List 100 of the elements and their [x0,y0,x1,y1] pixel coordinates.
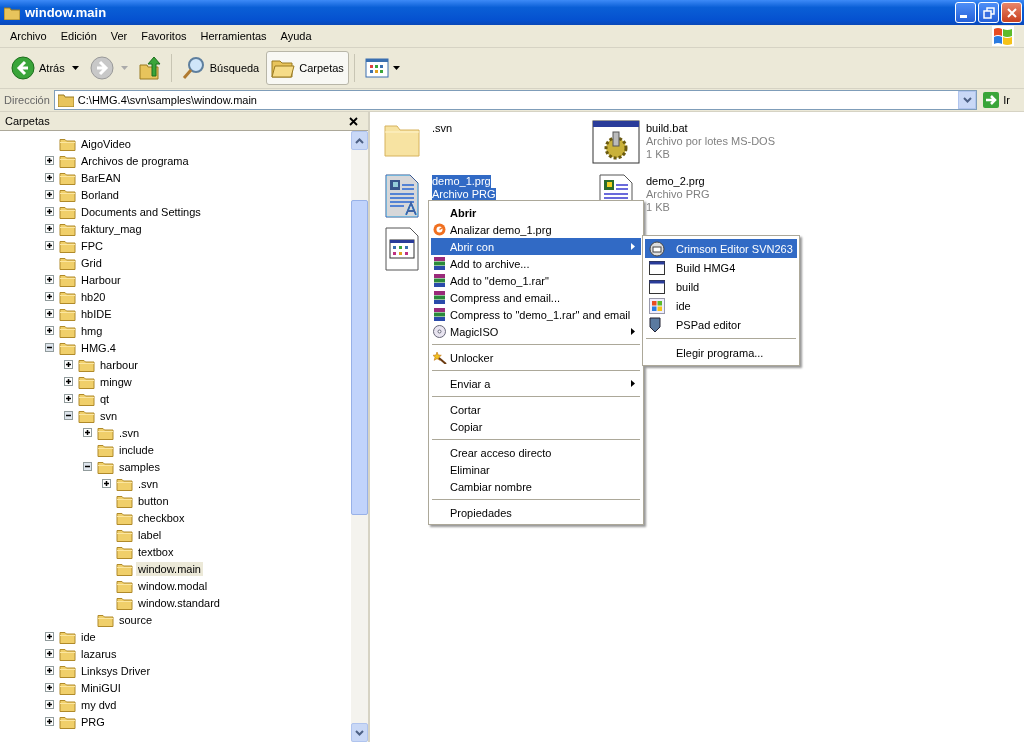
menu-item[interactable]: Abrir [431,204,641,221]
menu-item[interactable]: Compress and email... [431,289,641,306]
file-name[interactable]: build.bat [646,122,688,135]
tree-item[interactable]: include [117,442,156,457]
tree-item[interactable]: lazarus [79,646,119,661]
menu-item[interactable]: Archivo [3,30,54,42]
expand-icon[interactable] [45,649,54,658]
tree-item[interactable]: source [117,612,155,627]
menu-item[interactable]: Enviar a [431,375,641,392]
file-name[interactable]: .svn [432,122,453,135]
tree-item[interactable]: my dvd [79,697,119,712]
tree-item[interactable]: window.standard [136,595,222,610]
menu-item[interactable]: Propiedades [431,504,641,521]
tree-item[interactable]: button [136,493,171,508]
tree-item[interactable]: .svn [136,476,161,491]
collapse-icon[interactable] [64,411,73,420]
expand-icon[interactable] [45,292,54,301]
caret-icon[interactable] [71,66,79,70]
menu-item[interactable]: build [645,277,797,296]
expand-icon[interactable] [64,394,73,403]
menu-item[interactable]: Unlocker [431,349,641,366]
expand-icon[interactable] [45,207,54,216]
menu-item[interactable]: Build HMG4 [645,258,797,277]
close-icon[interactable] [349,116,358,126]
menu-item[interactable]: Ayuda [273,30,319,42]
menu-item[interactable]: PSPad editor [645,315,797,334]
tree-item[interactable]: hb20 [79,289,108,304]
tree-item[interactable]: qt [98,391,112,406]
tree-item[interactable]: MiniGUI [79,680,123,695]
gear-window-icon[interactable] [592,120,640,164]
expand-icon[interactable] [45,241,54,250]
tree-item[interactable]: faktury_mag [79,221,144,236]
expand-icon[interactable] [45,683,54,692]
menu-item[interactable]: Eliminar [431,461,641,478]
tree-item[interactable]: Borland [79,187,121,202]
menu-item[interactable]: Herramientas [193,30,274,42]
tree-item[interactable]: AigoVideo [79,136,133,151]
expand-icon[interactable] [45,173,54,182]
tree-item[interactable]: Linksys Driver [79,663,153,678]
menu-item[interactable]: Compress to "demo_1.rar" and email [431,306,641,323]
menu-item[interactable]: Add to "demo_1.rar" [431,272,641,289]
menu-item[interactable]: MagicISO [431,323,641,340]
expand-icon[interactable] [45,717,54,726]
tree-item[interactable]: Harbour [79,272,123,287]
menu-item[interactable]: Analizar demo_1.prg [431,221,641,238]
folders-button[interactable]: Carpetas [266,51,349,85]
expand-icon[interactable] [45,700,54,709]
menu-item[interactable]: Edición [53,30,104,42]
tree-item[interactable]: window.modal [136,578,210,593]
chevron-down-icon[interactable] [355,729,364,736]
tree-item[interactable]: window.main [136,561,203,576]
collapse-icon[interactable] [45,343,54,352]
expand-icon[interactable] [45,190,54,199]
expand-icon[interactable] [83,428,92,437]
search-button[interactable]: Búsqueda [176,51,265,85]
expand-icon[interactable] [45,666,54,675]
tree-item[interactable]: label [136,527,164,542]
tree-item[interactable]: svn [98,408,120,423]
tree-item[interactable]: samples [117,459,162,474]
expand-icon[interactable] [45,326,54,335]
expand-icon[interactable] [45,632,54,641]
address-field[interactable]: C:\HMG.4\svn\samples\window.main [53,90,978,110]
menu-item[interactable]: Ver [103,30,135,42]
expand-icon[interactable] [64,377,73,386]
tree-item[interactable]: textbox [136,544,176,559]
tree-item[interactable]: checkbox [136,510,187,525]
menu-item[interactable]: Elegir programa... [645,343,797,362]
tree-item[interactable]: harbour [98,357,140,372]
tree-item[interactable]: FPC [79,238,105,253]
expand-icon[interactable] [45,309,54,318]
tree-item[interactable]: HMG.4 [79,340,118,355]
tree-item[interactable]: BarEAN [79,170,123,185]
menu-item[interactable]: Crimson Editor SVN263 [645,239,797,258]
tree-item[interactable]: PRG [79,714,107,729]
menu-item[interactable]: Cambiar nombre [431,478,641,495]
menu-item[interactable]: Crear acceso directo [431,444,641,461]
chevron-up-icon[interactable] [355,137,364,144]
menu-item[interactable]: Add to archive... [431,255,641,272]
tree-item[interactable]: mingw [98,374,134,389]
tree-item[interactable]: Documents and Settings [79,204,203,219]
expand-icon[interactable] [102,479,111,488]
dropdown-button[interactable] [958,91,977,109]
tree-item[interactable]: .svn [117,425,142,440]
file-name[interactable]: demo_2.prg [646,175,705,188]
tree-item[interactable]: hbIDE [79,306,114,321]
expand-icon[interactable] [64,360,73,369]
menu-item[interactable]: ide [645,296,797,315]
close-button[interactable] [1001,2,1022,23]
menu-item[interactable]: Cortar [431,401,641,418]
tree-item[interactable]: Archivos de programa [79,153,191,168]
file-name[interactable]: demo_1.prg [432,175,491,188]
tree-item[interactable]: Grid [79,255,104,270]
expand-icon[interactable] [45,156,54,165]
back-button[interactable]: Atrás [6,51,70,85]
restore-button[interactable] [978,2,999,23]
menu-item[interactable]: Abrir con [431,238,641,255]
expand-icon[interactable] [45,224,54,233]
tree-item[interactable]: ide [79,629,98,644]
menu-item[interactable]: Favoritos [134,30,194,42]
go-button[interactable]: Ir [981,92,1020,108]
